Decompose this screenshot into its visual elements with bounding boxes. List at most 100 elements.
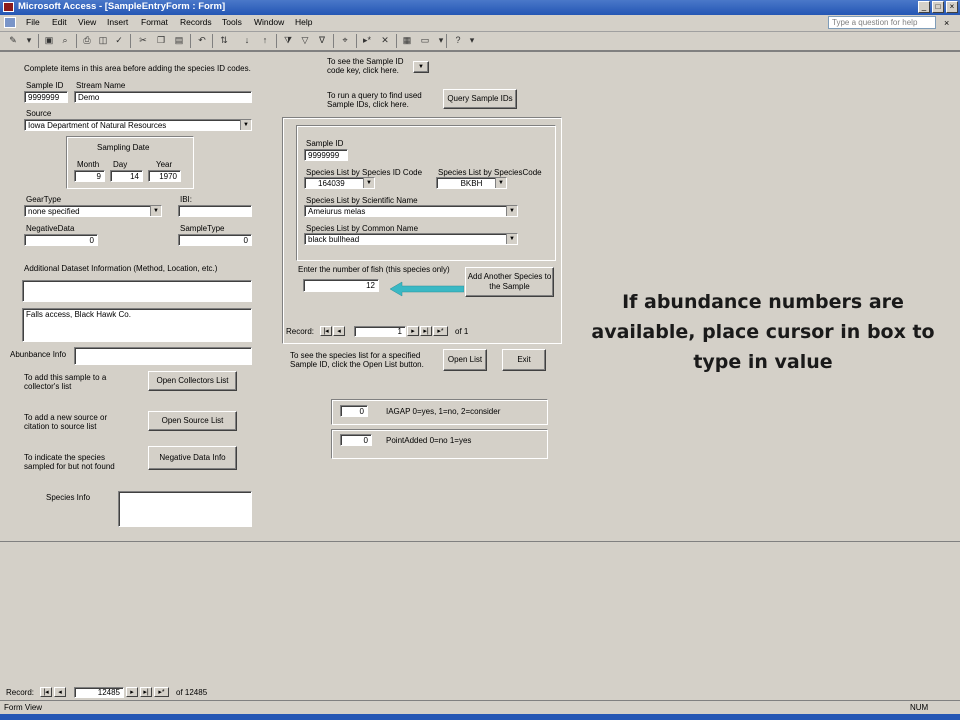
new-record-nav-icon[interactable]: ▸*	[433, 326, 448, 336]
sub-record-of: of 1	[455, 327, 469, 336]
chevron-down-icon[interactable]: ▼	[495, 178, 506, 188]
cut-icon[interactable]: ✂	[136, 34, 150, 47]
sort-ascending-icon[interactable]: ⇅	[217, 34, 231, 47]
menu-help[interactable]: Help	[295, 17, 312, 27]
find-icon[interactable]: ⌖	[338, 34, 352, 47]
first-record-icon[interactable]: |◂	[320, 326, 332, 336]
negativedata-field[interactable]: 0	[24, 234, 98, 246]
species-by-speciescode-label: Species List by SpeciesCode	[438, 168, 542, 177]
day-field[interactable]: 14	[110, 170, 143, 182]
sample-id-field[interactable]: 9999999	[24, 91, 68, 103]
first-record-icon[interactable]: |◂	[40, 687, 52, 697]
undo-icon[interactable]: ↶	[195, 34, 209, 47]
menu-edit[interactable]: Edit	[52, 17, 67, 27]
chevron-down-icon[interactable]: ▼	[150, 206, 161, 216]
new-record-icon[interactable]: ▸*	[360, 34, 374, 47]
menu-format[interactable]: Format	[141, 17, 168, 27]
form-detail-divider	[0, 541, 960, 542]
abundance-info-field[interactable]	[74, 347, 252, 365]
species-by-code-combo[interactable]: 164039 ▼	[304, 177, 375, 189]
species-by-code-value: 164039	[318, 179, 345, 188]
print-preview-icon[interactable]: ◫	[96, 34, 110, 47]
ibi-field[interactable]	[178, 205, 252, 217]
paste-icon[interactable]: ▤	[172, 34, 186, 47]
chevron-down-icon[interactable]: ▼	[240, 120, 251, 130]
print-icon[interactable]: ⎙	[80, 34, 94, 47]
chevron-down-icon[interactable]: ▼	[363, 178, 374, 188]
minimize-icon[interactable]: _	[918, 1, 930, 13]
species-by-common-combo[interactable]: black bullhead ▼	[304, 233, 518, 245]
year-field[interactable]: 1970	[148, 170, 181, 182]
prev-record-icon[interactable]: ◂	[333, 326, 345, 336]
query-sample-ids-button[interactable]: Query Sample IDs	[443, 89, 517, 109]
menu-window[interactable]: Window	[254, 17, 284, 27]
species-info-field[interactable]	[118, 491, 252, 527]
toolbar-options-icon[interactable]: ▾	[465, 34, 479, 47]
search-icon[interactable]: ⌕	[58, 34, 72, 47]
copy-icon[interactable]: ❐	[154, 34, 168, 47]
add-another-species-button[interactable]: Add Another Species to the Sample	[465, 267, 554, 297]
source-combo[interactable]: Iowa Department of Natural Resources ▼	[24, 119, 252, 131]
help-search-input[interactable]: Type a question for help	[828, 16, 936, 29]
maximize-icon[interactable]: □	[932, 1, 944, 13]
intro-text: Complete items in this area before addin…	[24, 64, 251, 73]
menu-file[interactable]: File	[26, 17, 40, 27]
species-by-speciescode-combo[interactable]: BKBH ▼	[436, 177, 507, 189]
save-icon[interactable]: ▣	[42, 34, 56, 47]
pointadded-field[interactable]: 0	[340, 434, 372, 446]
species-by-sci-combo[interactable]: Ameiurus melas ▼	[304, 205, 518, 217]
menu-view[interactable]: View	[78, 17, 96, 27]
sampletype-field[interactable]: 0	[178, 234, 252, 246]
code-key-dropdown[interactable]: ▼	[413, 61, 429, 73]
menu-tools[interactable]: Tools	[222, 17, 242, 27]
delete-record-icon[interactable]: ✕	[378, 34, 392, 47]
access-app-icon[interactable]	[3, 2, 14, 12]
open-list-button[interactable]: Open List	[443, 349, 487, 371]
sort-az-icon[interactable]: ↓	[240, 34, 254, 47]
open-collectors-list-button[interactable]: Open Collectors List	[148, 371, 237, 391]
last-record-icon[interactable]: ▸|	[140, 687, 152, 697]
apply-filter-icon[interactable]: ∇	[315, 34, 329, 47]
chevron-down-icon[interactable]: ▼	[506, 206, 517, 216]
spelling-icon[interactable]: ✓	[112, 34, 126, 47]
new-object-icon[interactable]: ▭	[418, 34, 432, 47]
view-dropdown-icon[interactable]: ▾	[22, 34, 36, 47]
database-window-icon[interactable]: ▦	[400, 34, 414, 47]
close-icon[interactable]: ×	[946, 1, 958, 13]
next-record-icon[interactable]: ▸	[126, 687, 138, 697]
menu-insert[interactable]: Insert	[107, 17, 128, 27]
additional-info-field-2[interactable]: Falls access, Black Hawk Co.	[22, 308, 252, 342]
open-source-list-button[interactable]: Open Source List	[148, 411, 237, 431]
geartype-combo[interactable]: none specified ▼	[24, 205, 162, 217]
iagap-field[interactable]: 0	[340, 405, 368, 417]
title-bar: Microsoft Access - [SampleEntryForm : Fo…	[0, 0, 960, 15]
design-view-icon[interactable]: ✎	[6, 34, 20, 47]
filter-form-icon[interactable]: ▽	[298, 34, 312, 47]
form-icon[interactable]	[4, 17, 16, 28]
species-by-speciescode-value: BKBH	[460, 179, 483, 188]
additional-info-field-1[interactable]	[22, 280, 252, 302]
exit-button[interactable]: Exit	[502, 349, 546, 371]
record-number[interactable]: 12485	[74, 687, 124, 698]
filter-selection-icon[interactable]: ⧩	[281, 34, 295, 47]
sub-record-number[interactable]: 1	[354, 326, 406, 337]
fish-count-field[interactable]: 12	[303, 279, 379, 292]
stream-name-field[interactable]: Demo	[74, 91, 252, 103]
last-record-icon[interactable]: ▸|	[420, 326, 432, 336]
negative-data-info-button[interactable]: Negative Data Info	[148, 446, 237, 470]
help-icon[interactable]: ?	[451, 34, 465, 47]
prev-record-icon[interactable]: ◂	[54, 687, 66, 697]
status-num: NUM	[910, 703, 929, 712]
sub-sample-id-label: Sample ID	[306, 139, 344, 148]
species-by-code-label: Species List by Species ID Code	[306, 168, 423, 177]
month-field[interactable]: 9	[74, 170, 105, 182]
chevron-down-icon[interactable]: ▼	[506, 234, 517, 244]
sort-za-icon[interactable]: ↑	[258, 34, 272, 47]
sub-sample-id-field[interactable]: 9999999	[304, 149, 348, 161]
source-value: Iowa Department of Natural Resources	[28, 121, 167, 130]
indicate-species-text: To indicate the species sampled for but …	[24, 453, 115, 471]
menu-records[interactable]: Records	[180, 17, 212, 27]
new-record-nav-icon[interactable]: ▸*	[154, 687, 169, 697]
mdi-close-icon[interactable]: ×	[944, 18, 954, 28]
next-record-icon[interactable]: ▸	[407, 326, 419, 336]
